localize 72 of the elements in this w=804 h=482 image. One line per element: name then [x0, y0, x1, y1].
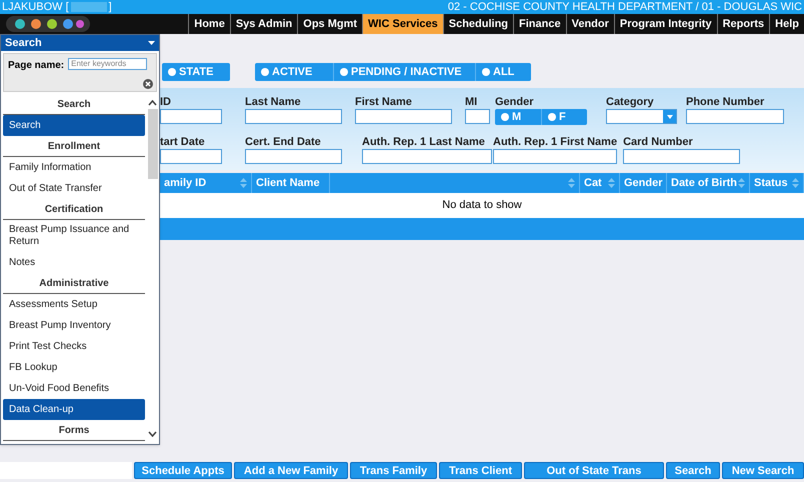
radio-icon[interactable]	[261, 68, 269, 76]
sort-icon[interactable]	[568, 178, 575, 188]
sort-icon[interactable]	[738, 178, 745, 188]
nav-tab[interactable]: Finance	[513, 14, 566, 34]
section-heading: Administrative	[3, 273, 145, 294]
scroll-up-icon[interactable]	[148, 100, 157, 106]
input-field[interactable]	[686, 109, 784, 124]
nav-tab[interactable]: Help	[769, 14, 804, 34]
sort-icon[interactable]	[240, 178, 247, 188]
empty-message: No data to show	[442, 198, 522, 214]
field-label: Page name:	[8, 59, 64, 73]
page-name-field[interactable]: Enter keywords	[68, 58, 148, 70]
menu-item[interactable]: Print Test Checks	[3, 336, 145, 357]
scroll-thumb[interactable]	[148, 109, 158, 179]
input-field[interactable]	[245, 149, 342, 164]
menu-item[interactable]: Data Clean-up	[3, 399, 145, 420]
input-field[interactable]	[623, 149, 740, 164]
menu-item[interactable]: Un-Void Food Benefits	[3, 378, 145, 399]
field-label: Cert. End Date	[245, 135, 322, 149]
input-field[interactable]	[362, 149, 492, 164]
input-field[interactable]	[493, 149, 617, 164]
field-label: tart Date	[160, 135, 206, 149]
clear-icon[interactable]	[143, 79, 153, 89]
caret-icon	[666, 114, 672, 118]
location-text: 02 - COCHISE COUNTY HEALTH DEPARTMENT / 01 - DOUGLAS WIC	[448, 2, 802, 12]
nav-tab[interactable]: WIC Services	[362, 14, 443, 34]
menu-title: Search	[5, 36, 42, 51]
scroll-down-icon[interactable]	[148, 431, 157, 437]
section-heading: Forms	[3, 420, 145, 441]
menu-dropdown[interactable]: Search	[1, 35, 159, 51]
field-label: Phone Number	[686, 95, 766, 109]
input-field[interactable]	[465, 109, 490, 124]
menu-item[interactable]: Family Information	[3, 157, 145, 178]
radio-icon[interactable]	[548, 113, 556, 121]
nav-tab[interactable]: Reports	[716, 14, 770, 34]
nav-tab[interactable]: Scheduling	[442, 14, 514, 34]
input-field[interactable]	[160, 109, 222, 124]
menu-item[interactable]: Assessments Setup	[3, 294, 145, 315]
menu-item[interactable]: Breast Pump Inventory	[3, 315, 145, 336]
nav-tab[interactable]: Sys Admin	[230, 14, 298, 34]
nav-tab[interactable]: Vendor	[566, 14, 614, 34]
field-label: ID	[160, 95, 172, 109]
field-label: Last Name	[245, 95, 302, 109]
caret-icon	[148, 41, 155, 45]
field-label: Gender	[495, 95, 535, 109]
radio-icon[interactable]	[501, 113, 509, 121]
menu-item[interactable]: Breast Pump Issuance and Return	[3, 220, 145, 252]
nav-tab[interactable]: Program Integrity	[614, 14, 717, 34]
menu-item[interactable]: Notes	[3, 252, 145, 273]
field-label: Category	[606, 95, 655, 109]
input-field[interactable]	[160, 149, 222, 164]
user-name: LJAKUBOW [	[2, 2, 69, 12]
menu-item[interactable]: FB Lookup	[3, 357, 145, 378]
menu-item[interactable]: Out of State Transfer	[3, 178, 145, 199]
field-label: First Name	[355, 95, 413, 109]
field-label: Card Number	[623, 135, 694, 149]
field-label: Auth. Rep. 1 First Name	[493, 135, 618, 149]
section-heading: Certification	[3, 199, 145, 220]
field-label: MI	[465, 95, 478, 109]
sort-icon[interactable]	[792, 178, 799, 188]
radio-icon[interactable]	[168, 68, 176, 76]
menu-item[interactable]: Search	[3, 115, 145, 136]
bracket-text: ]	[108, 2, 112, 12]
sort-icon[interactable]	[608, 178, 615, 188]
section-heading: Enrollment	[3, 136, 145, 157]
input-field[interactable]	[245, 109, 342, 124]
field-label: Auth. Rep. 1 Last Name	[362, 135, 486, 149]
category-select[interactable]	[606, 109, 677, 124]
nav-tab[interactable]: Home	[188, 14, 230, 34]
radio-icon[interactable]	[482, 68, 490, 76]
input-field[interactable]	[355, 109, 452, 124]
radio-icon[interactable]	[340, 68, 348, 76]
